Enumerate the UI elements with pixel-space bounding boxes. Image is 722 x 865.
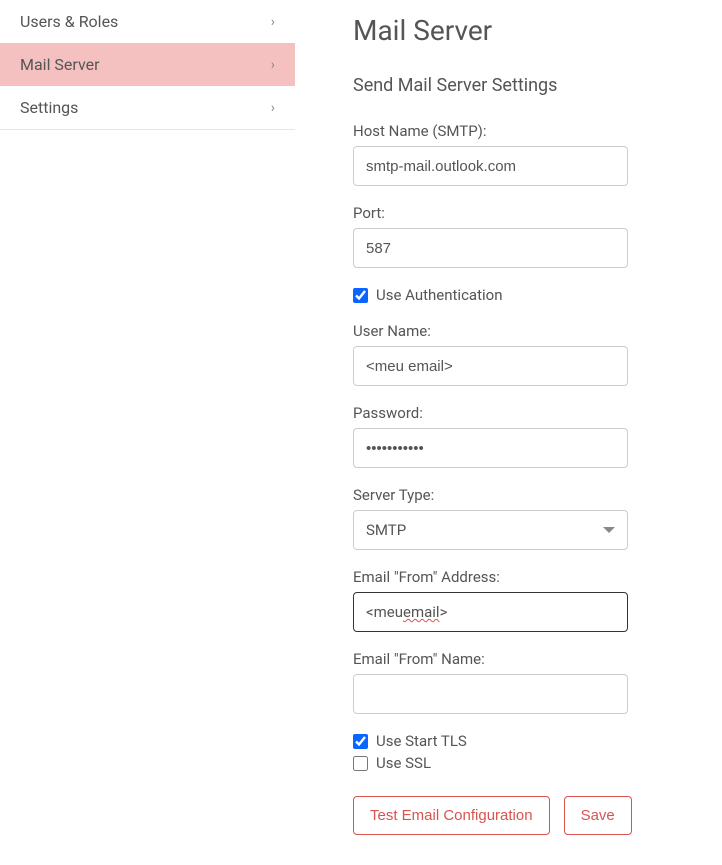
- from-address-input[interactable]: <meu email>: [353, 592, 628, 632]
- page-title: Mail Server: [353, 14, 692, 47]
- use-authentication-checkbox[interactable]: [353, 288, 368, 303]
- server-type-value: SMTP: [366, 521, 406, 539]
- from-name-label: Email "From" Name:: [353, 650, 692, 668]
- password-label: Password:: [353, 404, 692, 422]
- user-name-input[interactable]: [353, 346, 628, 386]
- page-subtitle: Send Mail Server Settings: [353, 75, 692, 96]
- use-starttls-checkbox[interactable]: [353, 734, 368, 749]
- sidebar-item-mail-server[interactable]: Mail Server ›: [0, 43, 295, 86]
- server-type-label: Server Type:: [353, 486, 692, 504]
- use-ssl-label: Use SSL: [376, 754, 431, 772]
- port-input[interactable]: [353, 228, 628, 268]
- main-content: Mail Server Send Mail Server Settings Ho…: [295, 0, 722, 865]
- from-name-input[interactable]: [353, 674, 628, 714]
- port-label: Port:: [353, 204, 692, 222]
- use-authentication-label: Use Authentication: [376, 286, 502, 304]
- sidebar: Users & Roles › Mail Server › Settings ›: [0, 0, 295, 130]
- sidebar-item-settings[interactable]: Settings ›: [0, 86, 295, 129]
- user-name-label: User Name:: [353, 322, 692, 340]
- caret-down-icon: [603, 527, 615, 533]
- from-address-label: Email "From" Address:: [353, 568, 692, 586]
- chevron-right-icon: ›: [271, 100, 275, 116]
- host-name-input[interactable]: [353, 146, 628, 186]
- host-name-label: Host Name (SMTP):: [353, 122, 692, 140]
- password-input[interactable]: [353, 428, 628, 468]
- test-email-button[interactable]: Test Email Configuration: [353, 796, 550, 835]
- chevron-right-icon: ›: [271, 14, 275, 30]
- chevron-right-icon: ›: [271, 57, 275, 73]
- use-starttls-label: Use Start TLS: [376, 732, 467, 750]
- sidebar-item-label: Settings: [20, 98, 78, 117]
- use-ssl-checkbox[interactable]: [353, 756, 368, 771]
- server-type-select[interactable]: SMTP: [353, 510, 628, 550]
- sidebar-item-label: Mail Server: [20, 55, 100, 74]
- sidebar-item-users-roles[interactable]: Users & Roles ›: [0, 0, 295, 43]
- save-button[interactable]: Save: [564, 796, 632, 835]
- sidebar-item-label: Users & Roles: [20, 12, 118, 31]
